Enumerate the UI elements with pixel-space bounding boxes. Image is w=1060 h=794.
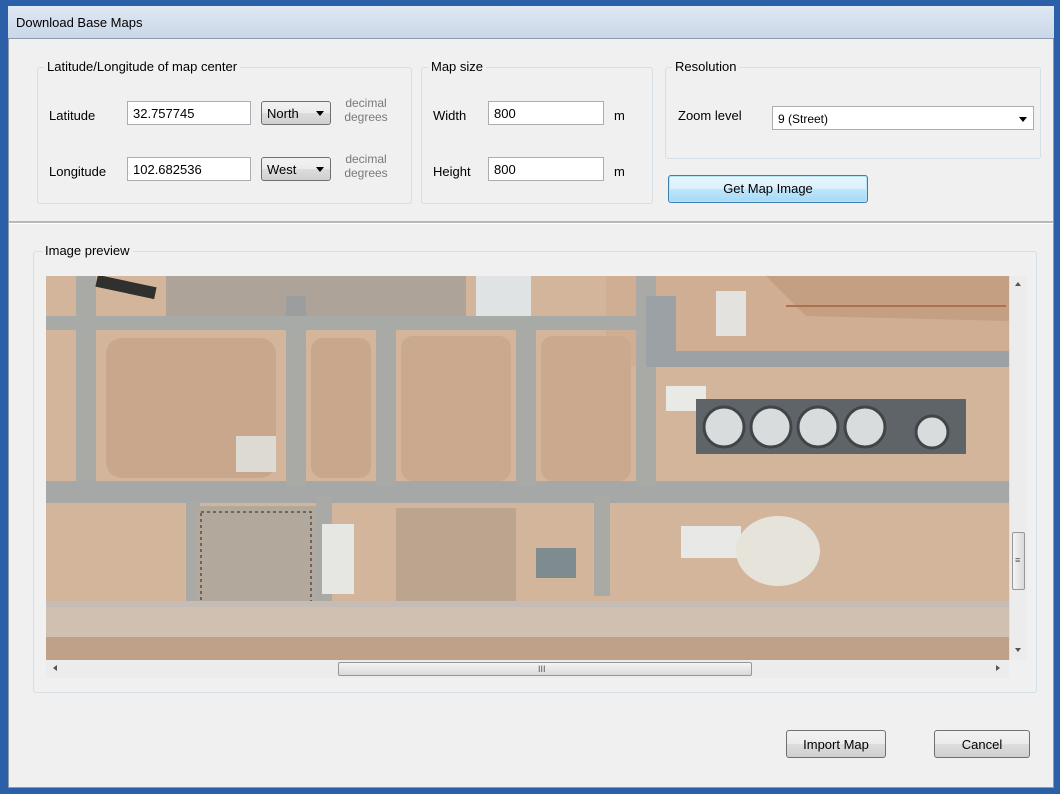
longitude-label: Longitude — [49, 164, 107, 179]
unit-text-line1: decimal — [345, 96, 387, 110]
latitude-direction-select[interactable]: North — [261, 101, 331, 125]
cancel-button[interactable]: Cancel — [934, 730, 1030, 758]
window-title: Download Base Maps — [16, 15, 143, 30]
unit-text-line2: degrees — [344, 110, 388, 124]
zoom-level-label: Zoom level — [678, 108, 742, 123]
width-label: Width — [433, 108, 467, 123]
zoom-level-select[interactable]: 9 (Street) — [772, 106, 1034, 130]
longitude-direction-select[interactable]: West — [261, 157, 331, 181]
preview-horizontal-scrollbar[interactable]: III — [46, 660, 1009, 678]
map-center-legend: Latitude/Longitude of map center — [44, 59, 241, 74]
chevron-down-icon — [316, 167, 324, 172]
map-size-legend: Map size — [428, 59, 487, 74]
latitude-input[interactable] — [127, 101, 251, 125]
settings-panel: Latitude/Longitude of map center Latitud… — [9, 39, 1053, 221]
import-map-button[interactable]: Import Map — [786, 730, 886, 758]
get-map-image-button[interactable]: Get Map Image — [668, 175, 868, 203]
section-divider — [9, 221, 1053, 224]
latitude-unit: decimal degrees — [338, 96, 394, 124]
grip-icon: III — [538, 664, 546, 674]
chevron-down-icon — [1019, 117, 1027, 122]
scroll-up-icon[interactable] — [1015, 282, 1021, 286]
resolution-legend: Resolution — [672, 59, 740, 74]
map-center-group: Latitude/Longitude of map center Latitud… — [37, 59, 412, 204]
scroll-right-icon[interactable] — [996, 665, 1000, 671]
vertical-scroll-thumb[interactable]: ≡ — [1012, 532, 1025, 590]
unit-text-line2: degrees — [344, 166, 388, 180]
satellite-map-image[interactable] — [46, 276, 1009, 660]
horizontal-scroll-thumb[interactable]: III — [338, 662, 752, 676]
width-unit: m — [614, 108, 625, 123]
dialog-body: Latitude/Longitude of map center Latitud… — [8, 38, 1054, 788]
scroll-down-icon[interactable] — [1015, 648, 1021, 652]
latitude-direction-value: North — [267, 106, 299, 121]
preview-vertical-scrollbar[interactable]: ≡ — [1009, 276, 1027, 660]
map-size-group: Map size Width m Height m — [421, 59, 653, 204]
grip-icon: ≡ — [1015, 555, 1021, 565]
unit-text-line1: decimal — [345, 152, 387, 166]
resolution-group: Resolution Zoom level 9 (Street) — [665, 59, 1041, 159]
height-unit: m — [614, 164, 625, 179]
title-bar[interactable]: Download Base Maps — [8, 6, 1054, 38]
longitude-direction-value: West — [267, 162, 297, 177]
height-label: Height — [433, 164, 471, 179]
width-input[interactable] — [488, 101, 604, 125]
dialog-window: Download Base Maps Latitude/Longitude of… — [0, 0, 1060, 794]
longitude-input[interactable] — [127, 157, 251, 181]
zoom-level-value: 9 (Street) — [778, 112, 829, 126]
height-input[interactable] — [488, 157, 604, 181]
longitude-unit: decimal degrees — [338, 152, 394, 180]
scroll-left-icon[interactable] — [53, 665, 57, 671]
chevron-down-icon — [316, 111, 324, 116]
image-preview-legend: Image preview — [42, 243, 133, 258]
latitude-label: Latitude — [49, 108, 96, 123]
map-graphic — [46, 276, 1009, 660]
